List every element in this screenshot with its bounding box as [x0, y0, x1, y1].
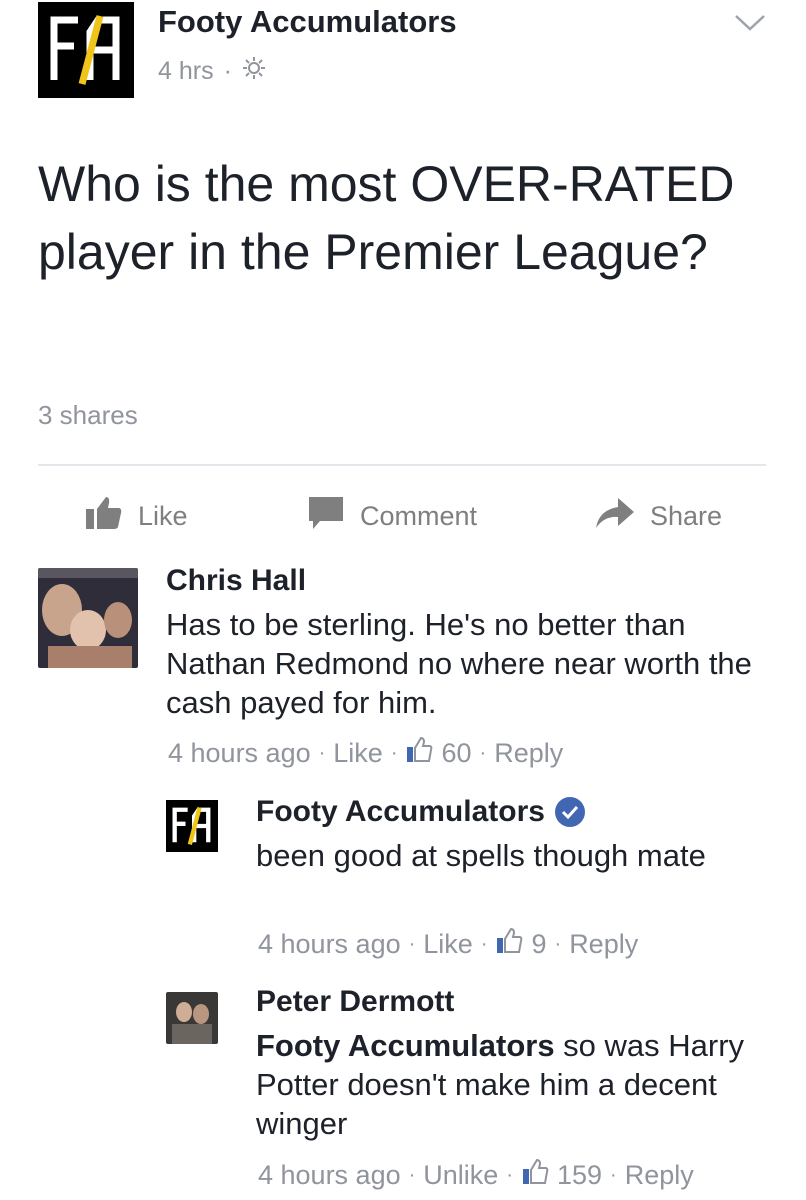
verified-badge-icon — [554, 797, 585, 827]
comment-meta: 4 hours ago · Unlike · 159 · Reply — [258, 1158, 694, 1193]
page-logo[interactable] — [38, 2, 134, 98]
comment-author-name[interactable]: Peter Dermott — [256, 985, 454, 1019]
like-label: Like — [138, 500, 188, 531]
share-button[interactable]: Share — [594, 494, 722, 538]
post-meta: 4 hrs · — [158, 56, 266, 87]
thumbs-up-outline-icon — [521, 1158, 549, 1193]
thumbs-up-outline-icon — [495, 927, 523, 962]
share-label: Share — [650, 500, 723, 531]
page-name[interactable]: Footy Accumulators — [158, 4, 457, 40]
meta-separator: · — [223, 57, 232, 85]
comment-time[interactable]: 4 hours ago — [168, 738, 311, 769]
comment-like-count[interactable]: 9 — [531, 929, 546, 960]
comment-reply-link[interactable]: Reply — [494, 738, 563, 769]
comment-author[interactable]: Chris Hall — [166, 564, 306, 598]
comment-text: been good at spells though mate — [256, 838, 706, 873]
comment-like-link[interactable]: Like — [333, 738, 383, 769]
comment-author-name[interactable]: Chris Hall — [166, 564, 306, 598]
comment-reply-link[interactable]: Reply — [569, 929, 638, 960]
comment-like-count[interactable]: 60 — [441, 738, 471, 769]
comment-label: Comment — [360, 500, 478, 531]
comment-icon — [306, 494, 346, 539]
comment-like-link[interactable]: Like — [423, 929, 473, 960]
comment-text: Footy Accumulators so was Harry Potter d… — [256, 1026, 776, 1143]
post-time[interactable]: 4 hrs — [158, 57, 214, 86]
comment-unlike-link[interactable]: Unlike — [423, 1160, 498, 1191]
comment-author[interactable]: Footy Accumulators — [256, 795, 585, 829]
thumbs-up-icon — [84, 495, 124, 538]
avatar[interactable] — [38, 568, 138, 668]
comment-meta: 4 hours ago · Like · 60 · Reply — [168, 736, 563, 771]
comment-text: Has to be sterling. He's no better than … — [166, 607, 752, 720]
comment-author[interactable]: Peter Dermott — [256, 985, 454, 1019]
thumbs-up-outline-icon — [405, 736, 433, 771]
chevron-down-icon[interactable] — [732, 10, 768, 39]
share-arrow-icon — [594, 496, 636, 537]
globe-icon — [242, 56, 266, 87]
mention-tag[interactable]: Footy Accumulators — [256, 1028, 555, 1063]
divider — [38, 464, 766, 466]
comment-meta: 4 hours ago · Like · 9 · Reply — [258, 927, 638, 962]
comment-button[interactable]: Comment — [306, 494, 477, 538]
comment-like-count[interactable]: 159 — [557, 1160, 602, 1191]
comment-reply-link[interactable]: Reply — [625, 1160, 694, 1191]
like-button[interactable]: Like — [84, 494, 188, 538]
shares-count[interactable]: 3 shares — [38, 400, 138, 431]
avatar[interactable] — [166, 992, 218, 1044]
comment-time[interactable]: 4 hours ago — [258, 1160, 401, 1191]
post-text: Who is the most OVER-RATED player in the… — [38, 156, 735, 280]
comment-time[interactable]: 4 hours ago — [258, 929, 401, 960]
comment-author-name[interactable]: Footy Accumulators — [256, 795, 545, 829]
avatar[interactable] — [166, 800, 218, 852]
